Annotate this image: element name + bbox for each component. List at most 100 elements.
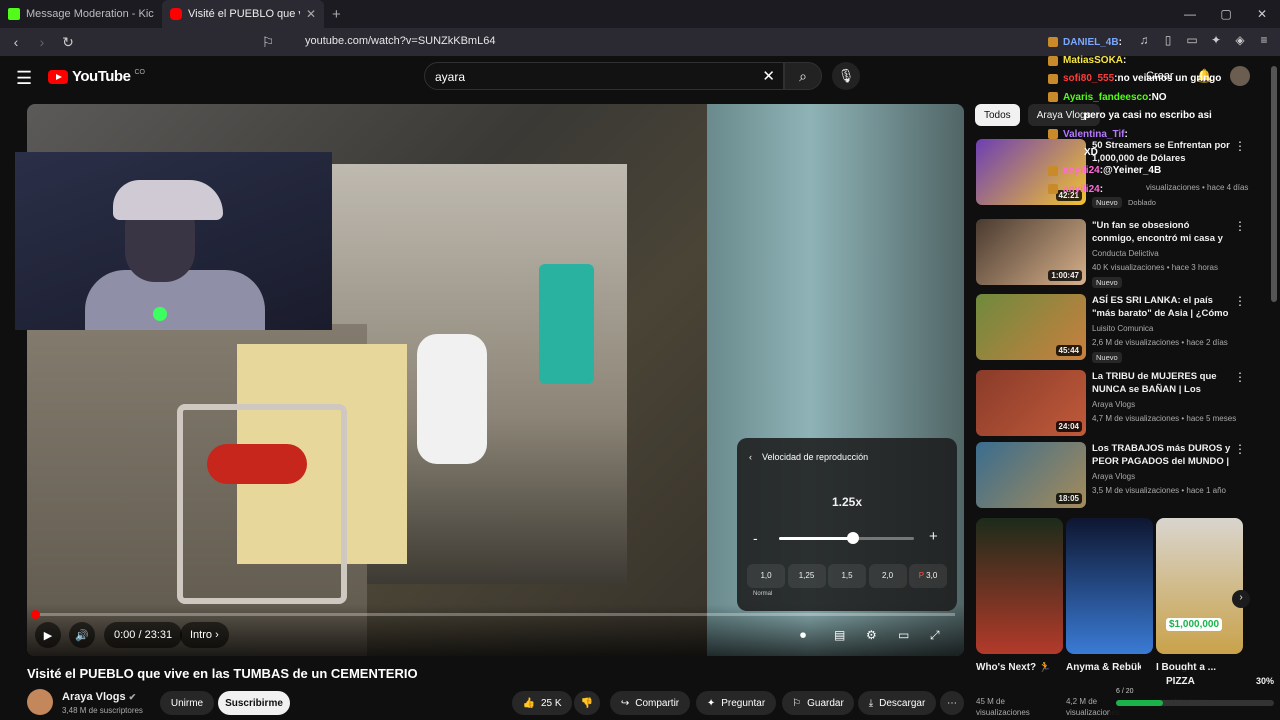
chat-username[interactable]: Ayaris_fandeesco xyxy=(1063,92,1148,103)
poll-option-label: PIZZA xyxy=(1166,676,1195,687)
share-button[interactable]: ↪ Compartir xyxy=(610,691,690,715)
download-button[interactable]: ⤓ Descargar xyxy=(858,691,936,715)
normal-label: Normal xyxy=(753,591,773,597)
speed-slider[interactable] xyxy=(779,532,914,544)
progress-scrubber[interactable] xyxy=(31,610,40,619)
more-options-icon[interactable]: ⋮ xyxy=(1234,294,1246,308)
tab-youtube-video[interactable]: Visité el PUEBLO que vive en las ✕ xyxy=(162,0,324,28)
channel-name[interactable]: Araya Vlogs ✔ xyxy=(62,691,136,703)
chat-username[interactable]: DANIEL_4B xyxy=(1063,37,1119,48)
youtube-logo[interactable]: YouTube CO xyxy=(48,68,145,85)
hamburger-menu-icon[interactable]: ☰ xyxy=(16,68,32,89)
clear-search-icon[interactable]: ✕ xyxy=(762,67,775,85)
speed-panel-title: Velocidad de reproducción xyxy=(762,452,869,462)
chat-message: Valentina_Tif : xyxy=(1048,125,1248,143)
short-overlay-text: $1,000,000 xyxy=(1166,618,1223,631)
url-field[interactable]: youtube.com/watch?v=SUNZkKBmL64 xyxy=(305,35,495,47)
short-thumbnail[interactable] xyxy=(1066,518,1153,654)
volume-button[interactable]: 🔊 xyxy=(69,622,95,648)
reload-icon[interactable]: ↻ xyxy=(58,34,78,51)
speed-slider-handle[interactable] xyxy=(847,532,860,544)
video-progress-bar[interactable] xyxy=(31,610,955,619)
speed-preset-1-5[interactable]: 1,5 xyxy=(828,564,866,588)
chat-username[interactable]: anyili24 xyxy=(1063,165,1100,176)
browser-tab-bar: Message Moderation - Kick Dashboa Visité… xyxy=(0,0,1280,28)
close-window-icon[interactable]: ✕ xyxy=(1244,7,1280,21)
youtube-icon xyxy=(170,8,182,20)
scene-basket-shelf xyxy=(177,404,347,604)
short-thumbnail[interactable] xyxy=(976,518,1063,654)
subtitles-icon[interactable]: ▤ xyxy=(834,628,845,642)
bookmark-icon[interactable]: ⚐ xyxy=(258,34,278,51)
save-button[interactable]: ⚐ Guardar xyxy=(782,691,854,715)
chapter-button[interactable]: Intro › xyxy=(180,622,229,648)
chat-message: anyili24 : xyxy=(1048,180,1248,198)
recommendation-channel[interactable]: Araya Vlogs xyxy=(1092,400,1135,409)
chat-username[interactable]: MatiasSOKA xyxy=(1063,55,1123,66)
speed-preset-1[interactable]: 1,0 xyxy=(747,564,785,588)
chat-username[interactable]: sofi80_555 xyxy=(1063,73,1114,84)
video-thumbnail[interactable]: 45:44 xyxy=(976,294,1086,360)
chevron-right-icon: › xyxy=(1239,592,1243,603)
recommendation-title: ASÍ ES SRI LANKA: el país "más barato" d… xyxy=(1092,295,1229,319)
chat-username[interactable]: anyili24 xyxy=(1063,184,1100,195)
speed-decrease-button[interactable]: - xyxy=(753,530,758,546)
stream-chat-overlay: DANIEL_4B : MatiasSOKA : sofi80_555 : no v… xyxy=(1048,33,1248,199)
play-button[interactable]: ▶ xyxy=(35,622,61,648)
speed-increase-button[interactable]: + xyxy=(929,528,938,545)
minimize-icon[interactable]: — xyxy=(1172,7,1208,21)
more-actions-button[interactable]: ⋯ xyxy=(940,691,964,715)
recommendation-channel[interactable]: Conducta Delictiva xyxy=(1092,249,1159,258)
tab-kick-moderation[interactable]: Message Moderation - Kick Dashboa xyxy=(0,0,162,28)
page-scrollbar[interactable] xyxy=(1271,66,1277,302)
recommendation-item[interactable]: 18:05 Los TRABAJOS más DUROS y PEOR PAGA… xyxy=(976,442,1266,508)
like-button[interactable]: 👍 25 K xyxy=(512,691,572,715)
chat-badge-icon xyxy=(1048,92,1058,103)
fullscreen-icon[interactable]: ⤢ xyxy=(930,628,940,643)
back-chevron-icon[interactable]: ‹ xyxy=(749,452,752,462)
new-tab-icon[interactable]: + xyxy=(332,6,341,23)
more-options-icon[interactable]: ⋮ xyxy=(1234,219,1246,233)
new-badge: Nuevo xyxy=(1092,277,1122,288)
recommendation-item[interactable]: 45:44 ASÍ ES SRI LANKA: el país "más bar… xyxy=(976,294,1266,363)
short-thumbnail[interactable]: $1,000,000 xyxy=(1156,518,1243,654)
search-button[interactable]: ⌕ xyxy=(784,62,822,90)
subscribe-button[interactable]: Suscribirme xyxy=(218,691,290,715)
more-options-icon[interactable]: ⋮ xyxy=(1234,370,1246,384)
chip-all[interactable]: Todos xyxy=(975,104,1020,126)
speed-preset-1-25[interactable]: 1,25 xyxy=(787,564,826,588)
ask-button[interactable]: ✦ Preguntar xyxy=(696,691,776,715)
speed-preset-3[interactable]: P 3,0 xyxy=(909,564,947,588)
speed-value: 1.25x xyxy=(831,495,863,509)
speed-panel-header[interactable]: ‹ Velocidad de reproducción xyxy=(749,452,868,462)
voice-search-button[interactable]: 🎙 xyxy=(832,62,860,90)
recommendation-item[interactable]: 24:04 La TRIBU de MUJERES que NUNCA se B… xyxy=(976,370,1266,436)
recommendation-meta: 2,6 M de visualizaciones • hace 2 días xyxy=(1092,338,1228,347)
recommendation-channel[interactable]: Luisito Comunica xyxy=(1092,324,1153,333)
recommendation-channel[interactable]: Araya Vlogs xyxy=(1092,472,1135,481)
join-button[interactable]: Unirme xyxy=(160,691,214,715)
back-icon[interactable]: ‹ xyxy=(6,34,26,50)
chat-text: NO xyxy=(1151,91,1167,103)
theater-mode-icon[interactable]: ▭ xyxy=(898,628,909,642)
recommendation-item[interactable]: 1:00:47 "Un fan se obsesionó conmigo, en… xyxy=(976,219,1266,288)
dislike-button[interactable]: 👎 xyxy=(574,691,600,715)
maximize-icon[interactable]: ▢ xyxy=(1208,7,1244,21)
chat-badge-icon xyxy=(1048,55,1058,66)
chat-username[interactable]: Valentina_Tif xyxy=(1063,129,1125,140)
video-thumbnail[interactable]: 18:05 xyxy=(976,442,1086,508)
more-options-icon[interactable]: ⋮ xyxy=(1234,442,1246,456)
video-thumbnail[interactable]: 24:04 xyxy=(976,370,1086,436)
channel-avatar[interactable] xyxy=(27,689,53,715)
autoplay-toggle-icon[interactable]: ⏺ xyxy=(800,628,806,643)
video-thumbnail[interactable]: 1:00:47 xyxy=(976,219,1086,285)
close-tab-icon[interactable]: ✕ xyxy=(306,7,316,21)
duration-badge: 24:04 xyxy=(1055,421,1082,432)
forward-icon[interactable]: › xyxy=(32,34,52,50)
shorts-next-button[interactable]: › xyxy=(1232,590,1250,608)
menu-icon[interactable]: ≡ xyxy=(1256,33,1272,49)
stream-poll-overlay: PIZZA 30% 6 / 20 xyxy=(1110,670,1280,720)
search-input[interactable]: ayara ✕ xyxy=(424,62,784,90)
settings-gear-icon[interactable]: ⚙ xyxy=(866,628,877,642)
speed-preset-2[interactable]: 2,0 xyxy=(868,564,907,588)
